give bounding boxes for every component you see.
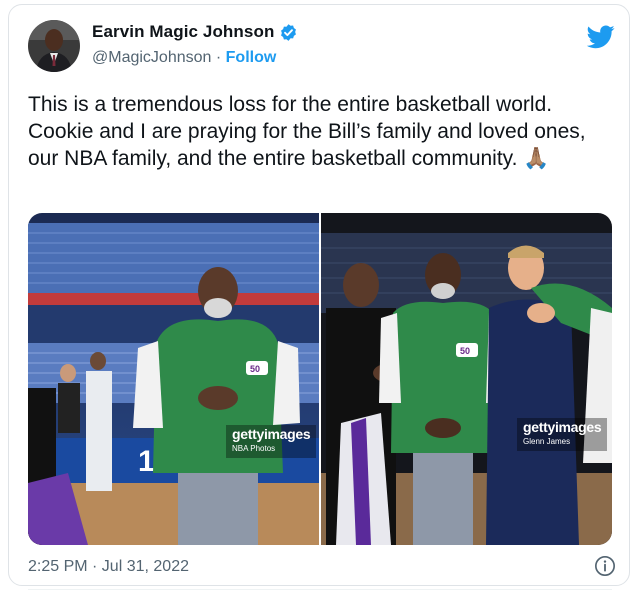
tweet-text: This is a tremendous loss for the entire… (28, 93, 586, 170)
separator: · (215, 49, 222, 66)
avatar[interactable] (28, 20, 80, 72)
tweet-card: Earvin Magic Johnson @MagicJohnson · Fol… (8, 4, 630, 590)
twitter-bird-icon[interactable] (587, 25, 615, 49)
watermark-credit: Glenn James (523, 437, 571, 446)
svg-text:50: 50 (460, 346, 470, 356)
watermark-brand: gettyimages (232, 426, 311, 442)
info-icon[interactable] (594, 555, 616, 577)
tweet-photo-2[interactable]: 50 gettyimages Glenn James (321, 213, 612, 545)
follow-button[interactable]: Follow (226, 49, 277, 66)
tweet-media[interactable]: BA 1 50 (28, 213, 612, 545)
watermark-brand: gettyimages (523, 419, 602, 435)
verified-badge-icon (281, 23, 297, 41)
tweet-timestamp[interactable]: 2:25 PM · Jul 31, 2022 (28, 558, 189, 576)
divider (28, 589, 612, 590)
tweet-photo-1[interactable]: BA 1 50 (28, 213, 319, 545)
author-handle[interactable]: @MagicJohnson (92, 49, 211, 66)
author-display-name[interactable]: Earvin Magic Johnson (92, 22, 274, 42)
watermark-credit: NBA Photos (232, 444, 276, 453)
svg-text:1: 1 (138, 445, 155, 478)
svg-text:50: 50 (250, 364, 260, 374)
